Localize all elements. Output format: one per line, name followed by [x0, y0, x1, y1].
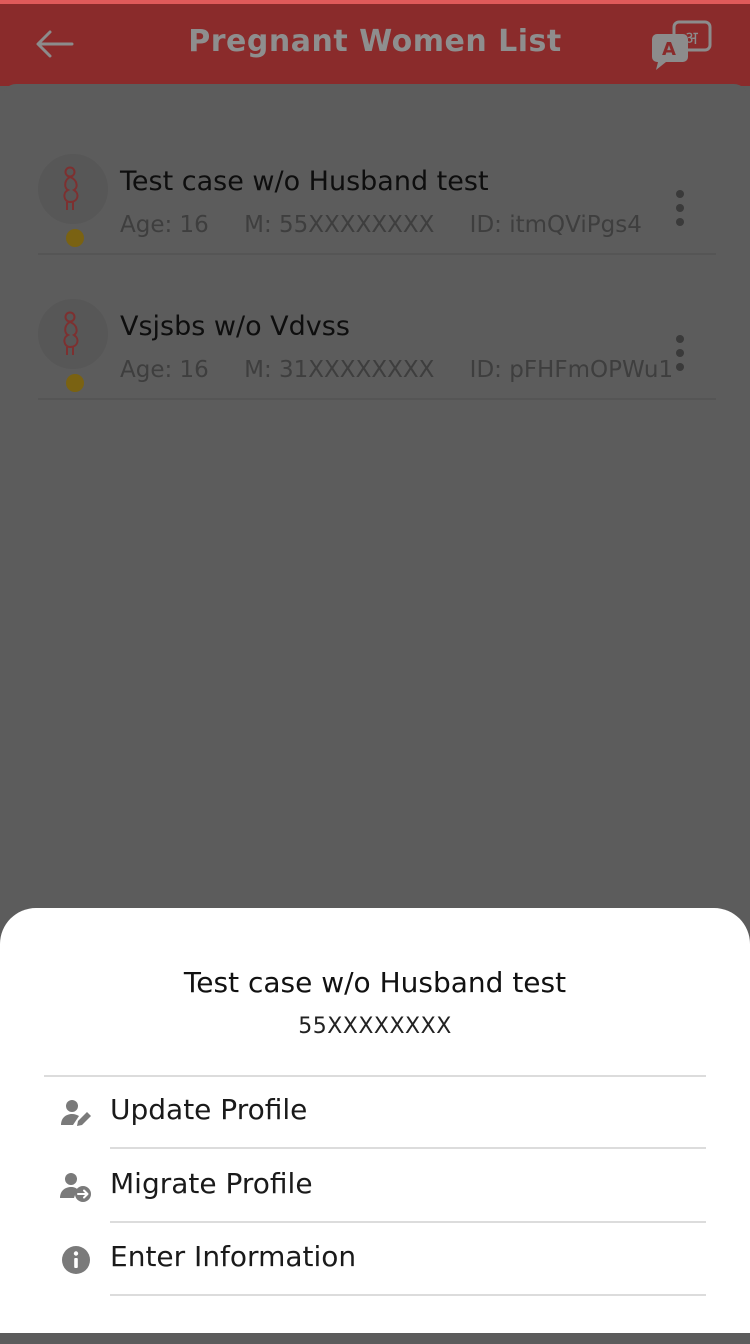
language-translate-icon[interactable]: अ A	[648, 20, 714, 70]
patient-id: ID: pFHFmOPWu1	[469, 357, 674, 383]
update-profile-option[interactable]: Update Profile	[0, 1077, 750, 1149]
bottom-sheet: Test case w/o Husband test 55XXXXXXXX Up…	[0, 908, 750, 1333]
patient-name: Test case w/o Husband test	[120, 166, 489, 197]
avatar	[38, 299, 108, 369]
migrate-profile-option[interactable]: Migrate Profile	[0, 1151, 750, 1223]
divider	[110, 1147, 706, 1149]
option-label: Enter Information	[110, 1240, 357, 1273]
list-item[interactable]: Vsjsbs w/o Vdvss Age: 16 M: 31XXXXXXXX I…	[38, 253, 716, 400]
patient-id: ID: itmQViPgs4	[469, 212, 642, 238]
pregnant-woman-icon	[63, 311, 79, 355]
page-title: Pregnant Women List	[188, 24, 562, 59]
info-icon	[62, 1246, 90, 1274]
patient-mobile: M: 31XXXXXXXX	[244, 357, 435, 383]
list-item[interactable]: Test case w/o Husband test Age: 16 M: 55…	[38, 108, 716, 255]
more-options-icon[interactable]	[672, 188, 688, 228]
status-dot	[66, 374, 84, 392]
status-dot	[66, 229, 84, 247]
user-migrate-icon	[60, 1173, 91, 1202]
pregnant-woman-icon	[63, 166, 79, 210]
option-label: Update Profile	[110, 1093, 308, 1126]
user-edit-icon	[61, 1100, 91, 1126]
more-options-icon[interactable]	[672, 333, 688, 373]
svg-text:A: A	[662, 39, 676, 60]
enter-information-option[interactable]: Enter Information	[0, 1224, 750, 1296]
app-bar: Pregnant Women List अ A	[0, 4, 750, 86]
patient-meta: Age: 16 M: 31XXXXXXXX ID: pFHFmOPWu1	[120, 357, 701, 383]
divider	[110, 1221, 706, 1223]
divider	[110, 1294, 706, 1296]
option-label: Migrate Profile	[110, 1167, 313, 1200]
patient-age: Age: 16	[120, 357, 209, 383]
patient-meta: Age: 16 M: 55XXXXXXXX ID: itmQViPgs4	[120, 212, 670, 238]
sheet-patient-phone: 55XXXXXXXX	[298, 1014, 452, 1039]
sheet-patient-name: Test case w/o Husband test	[183, 966, 567, 999]
avatar	[38, 154, 108, 224]
patient-age: Age: 16	[120, 212, 209, 238]
patient-mobile: M: 55XXXXXXXX	[244, 212, 435, 238]
patient-name: Vsjsbs w/o Vdvss	[120, 311, 350, 342]
